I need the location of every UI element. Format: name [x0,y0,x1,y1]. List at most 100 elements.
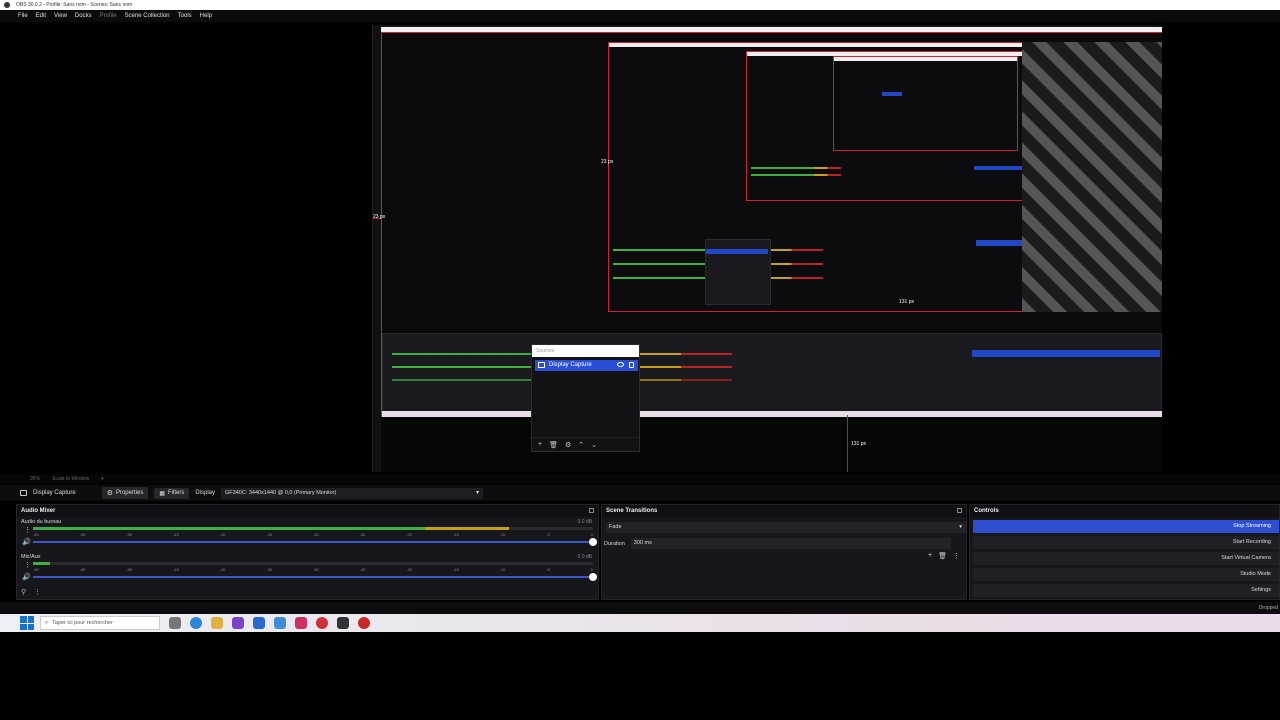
volume-knob[interactable] [589,538,597,546]
channel-db: 0.0 dB [577,519,592,525]
captured-stream-button [972,350,1160,357]
nested-source-item [882,92,902,96]
properties-label: Properties [115,490,144,496]
trash-icon[interactable]: 🗑 [938,552,947,560]
bottom-guide-line [847,415,848,472]
nested-left-distance-label: 23 px [601,159,614,165]
sources-toolbar: + 🗑 ⚙ ⌃ ⌄ [532,437,639,451]
striped-background [1022,42,1162,312]
menu-tools[interactable]: Tools [178,13,192,19]
dropped-frames: Dropped [1258,605,1278,611]
source-toolbar: Display Capture ⚙ Properties ▦ Filters D… [0,485,1280,501]
app-icon[interactable] [358,617,370,629]
menu-scene-collection[interactable]: Scene Collection [125,13,170,19]
kebab-menu-icon[interactable]: ⋮ [953,552,960,560]
link-icon[interactable]: ⚲ [21,588,26,596]
scene-transitions-title-text: Scene Transitions [606,508,658,514]
source-display-capture[interactable]: Display Capture [535,360,638,371]
transition-select[interactable]: Fade ▾ [606,522,966,533]
app-icon[interactable] [274,617,286,629]
menu-bar: File Edit View Docks Profile Scene Colle… [0,10,1280,22]
current-source-name: Display Capture [33,490,76,496]
channel-name: Audio du bureau [21,519,62,525]
zoom-level[interactable]: 95% [30,476,40,482]
app-icon[interactable] [232,617,244,629]
opera-icon[interactable] [316,617,328,629]
taskbar-search[interactable]: ⌕ Taper ici pour rechercher [40,616,160,630]
display-value: GF340C: 3440x1440 @ 0,0 (Primary Monitor… [225,489,337,496]
meter-tick-label: -15 [452,532,459,537]
duration-field[interactable]: 300 ms [630,538,951,549]
scale-mode[interactable]: Scale to Window [52,476,89,482]
menu-file[interactable]: File [18,13,28,19]
kebab-menu-icon[interactable]: ⋮ [24,526,31,534]
obs-icon[interactable] [337,617,349,629]
nested-capture-1 [608,42,1088,312]
source-label: Display Capture [549,362,592,368]
preview-bottom-area [381,417,1162,472]
controls-title: Controls [970,505,1279,517]
kebab-menu-icon[interactable]: ⋮ [24,561,31,569]
meter-tick-label: -10 [499,532,506,537]
captured-screen [381,33,1162,417]
windows-start-icon[interactable] [20,616,34,630]
app-icon[interactable] [295,617,307,629]
start-recording-button[interactable]: Start Recording [973,536,1279,549]
meter-tick-label: -35 [266,532,273,537]
add-icon[interactable]: + [928,552,932,560]
display-label: Display [195,490,216,496]
volume-slider[interactable] [33,538,597,546]
properties-button[interactable]: ⚙ Properties [101,487,149,499]
filters-button[interactable]: ▦ Filters [154,487,190,499]
gear-icon[interactable]: ⚙ [565,441,571,449]
menu-help[interactable]: Help [200,13,212,19]
meter-fill [33,562,50,565]
settings-button[interactable]: Settings [973,584,1279,597]
meter-tick-label: -50 [126,532,133,537]
lock-icon[interactable] [629,362,634,368]
meter-tick-label: -30 [312,567,319,572]
meter-tick-label: -35 [266,567,273,572]
kebab-menu-icon[interactable]: ⋮ [34,588,41,596]
program-preview[interactable]: 23 px 131 px 23 px 131 px [372,25,1162,472]
duration-label: Duration [604,540,625,547]
undock-icon[interactable] [589,508,594,513]
volume-slider[interactable] [33,573,597,581]
stop-streaming-button[interactable]: Stop Streaming [973,520,1279,533]
status-bar: Dropped [0,602,1280,614]
app-icon[interactable] [253,617,265,629]
menu-view[interactable]: View [54,13,67,19]
meter-tick-label: -10 [499,567,506,572]
menu-profile[interactable]: Profile [100,13,117,19]
task-view-icon[interactable] [169,617,181,629]
meter-tick-label: -60 [33,567,39,572]
meter-tick-label: -50 [126,567,133,572]
chevron-down-icon[interactable]: ▾ [101,476,104,482]
edge-icon[interactable] [190,617,202,629]
chevron-down-icon[interactable]: ⌄ [591,441,597,449]
nested-titlebar [609,43,1087,47]
duration-row: Duration 300 ms [604,538,951,549]
filter-icon: ▦ [159,490,165,497]
transition-tools: + 🗑 ⋮ [928,552,960,560]
undock-icon[interactable] [957,508,962,513]
trash-icon[interactable]: 🗑 [549,441,558,449]
start-virtual-camera-button[interactable]: Start Virtual Camera [973,552,1279,565]
speaker-icon[interactable]: 🔊 [22,538,31,546]
channel-name: Mic/Aux [21,554,41,560]
captured-obs-docks [382,333,1162,415]
nested-meter [751,167,841,169]
volume-knob[interactable] [589,573,597,581]
chevron-up-icon[interactable]: ⌃ [578,441,584,449]
nested-meter [751,174,841,176]
meter-tick-label: -55 [79,567,86,572]
speaker-icon[interactable]: 🔊 [22,573,31,581]
file-explorer-icon[interactable] [211,617,223,629]
eye-icon[interactable] [617,362,624,367]
nested-source-item [706,249,768,254]
add-icon[interactable]: + [538,441,542,448]
menu-edit[interactable]: Edit [36,13,46,19]
menu-docks[interactable]: Docks [75,13,92,19]
studio-mode-button[interactable]: Studio Mode [973,568,1279,581]
display-select[interactable]: GF340C: 3440x1440 @ 0,0 (Primary Monitor… [221,487,484,499]
